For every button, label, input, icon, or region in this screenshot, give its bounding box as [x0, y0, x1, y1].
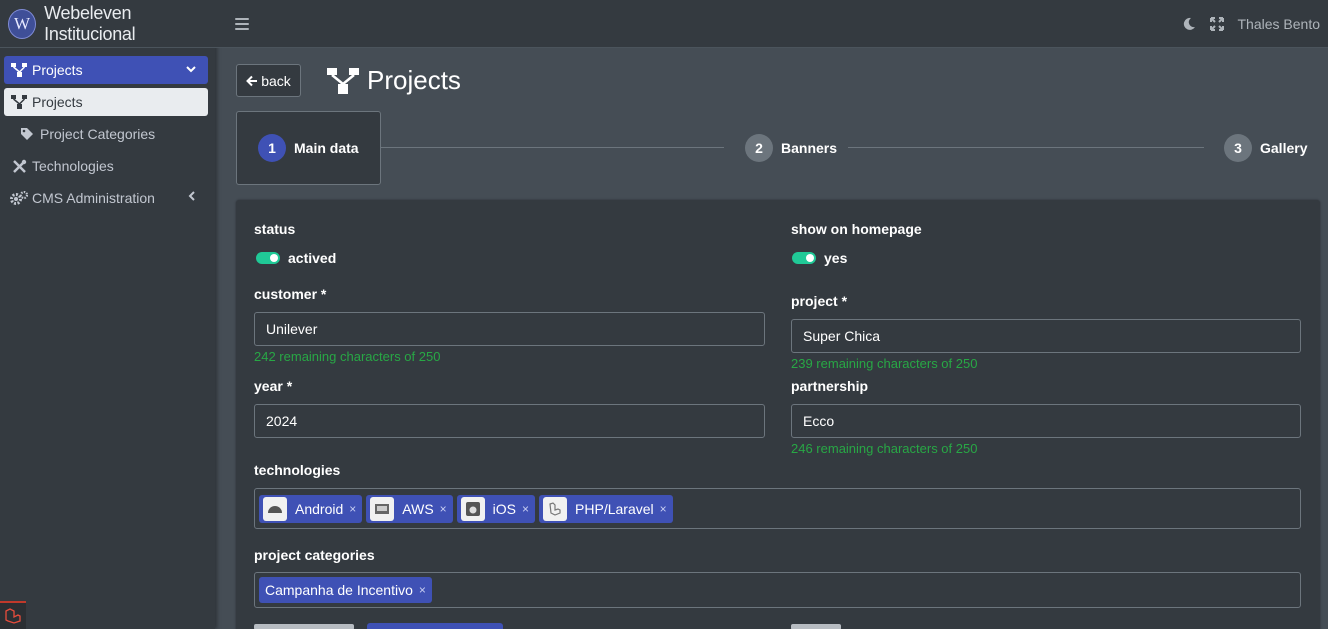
user-name[interactable]: Thales Bento — [1238, 16, 1321, 32]
technology-tag: Android × — [259, 494, 363, 523]
show-on-homepage-label: show on homepage — [791, 221, 922, 237]
sitemap-icon — [10, 95, 28, 109]
project-categories-label: project categories — [254, 547, 375, 563]
year-label: year * — [254, 378, 293, 394]
sidebar-item-label: Projects — [32, 62, 83, 78]
project-input[interactable]: Super Chica — [791, 319, 1301, 353]
status-label: status — [254, 221, 296, 237]
category-tag: Campanha de Incentivo × — [259, 577, 432, 603]
brand[interactable]: W Webeleven Institucional — [0, 0, 215, 48]
partnership-input[interactable]: Ecco — [791, 404, 1301, 438]
sidebar-item-label: Technologies — [32, 158, 114, 174]
brand-logo: W — [8, 8, 37, 39]
technologies-label: technologies — [254, 462, 341, 478]
apple-icon — [460, 496, 485, 521]
remove-tag-icon[interactable]: × — [440, 502, 447, 516]
step-number: 1 — [258, 134, 286, 162]
remove-tag-icon[interactable]: × — [660, 502, 667, 516]
chevron-left-icon — [188, 190, 196, 204]
back-button[interactable]: back — [236, 64, 301, 97]
step-connector — [848, 147, 1204, 148]
remove-tag-icon[interactable]: × — [419, 583, 426, 597]
step-label: Main data — [294, 140, 359, 156]
back-label: back — [261, 72, 291, 89]
sidebar-nav: Projects Projects Project Categories Tec… — [0, 48, 215, 212]
cutoff-select[interactable] — [367, 623, 503, 629]
sidebar-item-projects-list[interactable]: Projects — [4, 88, 208, 116]
hamburger-menu-icon[interactable] — [235, 17, 249, 30]
status-value: actived — [288, 250, 337, 266]
technology-tag-label: PHP/Laravel — [575, 500, 654, 517]
step-number: 2 — [745, 134, 773, 162]
sidebar: W Webeleven Institucional Projects Proje… — [0, 0, 215, 629]
form-stepper: 1 Main data 2 Banners 3 Gallery — [236, 111, 1320, 185]
status-switch[interactable] — [256, 252, 280, 264]
tools-icon — [10, 159, 28, 174]
technology-tag: AWS × — [366, 494, 453, 523]
step-label: Gallery — [1260, 140, 1308, 156]
sitemap-icon — [10, 63, 28, 77]
customer-hint: 242 remaining characters of 250 — [254, 349, 441, 364]
project-hint: 239 remaining characters of 250 — [791, 356, 978, 371]
show-on-homepage-value: yes — [824, 250, 848, 266]
technology-tag-label: iOS — [492, 500, 517, 517]
show-on-homepage-switch[interactable] — [792, 252, 816, 264]
partnership-hint: 246 remaining characters of 250 — [791, 441, 978, 456]
arrow-left-icon — [246, 75, 258, 87]
technology-tag-label: Android — [295, 500, 344, 517]
sidebar-item-label: Projects — [32, 94, 83, 110]
laravel-icon — [543, 496, 568, 521]
top-navbar: Thales Bento — [215, 0, 1328, 48]
remove-tag-icon[interactable]: × — [349, 502, 356, 516]
step-gallery[interactable]: 3 Gallery — [1224, 111, 1307, 185]
customer-input[interactable]: Unilever — [254, 312, 765, 346]
step-banners[interactable]: 2 Banners — [745, 111, 837, 185]
step-connector — [368, 147, 724, 148]
page-header: Projects — [327, 65, 461, 96]
sidebar-item-label: CMS Administration — [32, 190, 155, 206]
laravel-icon[interactable] — [0, 601, 26, 629]
status-toggle[interactable]: actived — [256, 250, 336, 266]
technology-tag-label: AWS — [402, 500, 434, 517]
cogs-icon — [10, 191, 28, 205]
sidebar-item-cms-administration[interactable]: CMS Administration — [4, 184, 208, 212]
project-label: project * — [791, 293, 848, 309]
cutoff-label — [254, 624, 354, 629]
main-content: back Projects 1 Main data 2 Banners 3 Ga… — [215, 48, 1328, 629]
topbar-right: Thales Bento — [1182, 16, 1328, 32]
moon-icon[interactable] — [1182, 17, 1196, 31]
chevron-down-icon — [186, 62, 196, 76]
project-categories-select[interactable]: Campanha de Incentivo × — [254, 572, 1301, 608]
page-title: Projects — [367, 65, 461, 95]
step-label: Banners — [781, 140, 838, 156]
step-number: 3 — [1224, 134, 1252, 162]
fullscreen-icon[interactable] — [1209, 16, 1224, 31]
main-data-form: status actived show on homepage yes cust… — [236, 200, 1320, 629]
sidebar-item-project-categories[interactable]: Project Categories — [4, 120, 208, 148]
android-icon — [263, 496, 287, 521]
technology-tag: PHP/Laravel × — [539, 494, 673, 523]
show-on-homepage-toggle[interactable]: yes — [792, 250, 847, 266]
technologies-select[interactable]: Android × AWS × iOS × PHP/Laravel × — [254, 488, 1301, 529]
category-tag-label: Campanha de Incentivo — [265, 582, 413, 598]
remove-tag-icon[interactable]: × — [522, 502, 529, 516]
sitemap-icon — [327, 67, 359, 94]
sidebar-item-projects[interactable]: Projects — [4, 56, 208, 84]
aws-icon — [370, 496, 395, 521]
tag-icon — [18, 127, 36, 141]
year-input[interactable]: 2024 — [254, 404, 765, 438]
brand-name: Webeleven Institucional — [44, 2, 136, 44]
partnership-label: partnership — [791, 378, 869, 394]
technology-tag: iOS × — [456, 494, 536, 523]
sidebar-item-label: Project Categories — [40, 126, 156, 142]
customer-label: customer * — [254, 286, 327, 302]
cutoff-label — [791, 624, 841, 629]
sidebar-item-technologies[interactable]: Technologies — [4, 152, 208, 180]
step-main-data[interactable]: 1 Main data — [236, 111, 381, 185]
